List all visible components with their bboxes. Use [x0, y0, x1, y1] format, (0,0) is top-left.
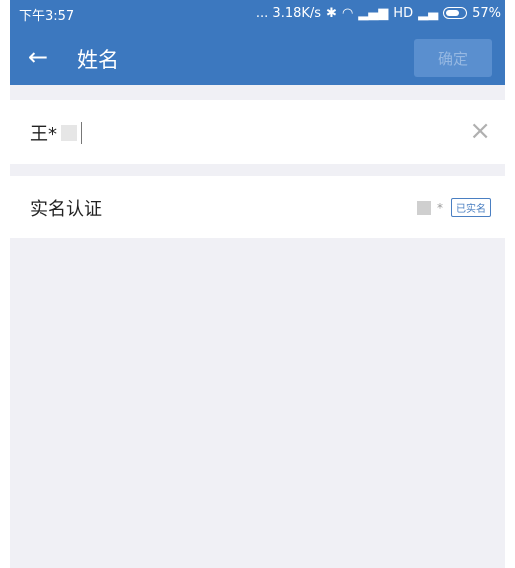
wifi-icon: ◠	[341, 5, 354, 21]
name-input-row[interactable]: 王* ×	[10, 100, 505, 164]
verify-row[interactable]: 实名认证 * 已实名	[10, 176, 505, 238]
network-type: HD	[393, 5, 414, 21]
status-right: ... 3.18K/s ✱ ◠ ▂▄▆ HD ▂▄ 57%	[256, 4, 501, 22]
top-bar: 下午3:57 ... 3.18K/s ✱ ◠ ▂▄▆ HD ▂▄ 57% ← 姓…	[10, 0, 505, 85]
app-frame: 下午3:57 ... 3.18K/s ✱ ◠ ▂▄▆ HD ▂▄ 57% ← 姓…	[0, 0, 515, 568]
battery-icon	[443, 7, 468, 19]
verify-label: 实名认证	[30, 199, 102, 220]
network-speed: ... 3.18K/s	[255, 5, 322, 21]
masked-name: *	[417, 200, 443, 215]
signal-icon: ▂▄▆	[358, 5, 389, 21]
name-input[interactable]: 王*	[30, 120, 82, 146]
text-caret	[81, 122, 82, 144]
masked-char: *	[437, 200, 443, 215]
masked-block	[417, 200, 431, 215]
clear-icon[interactable]: ×	[469, 118, 491, 144]
confirm-button[interactable]: 确定	[414, 39, 492, 77]
verified-badge: 已实名	[451, 198, 491, 217]
masked-block	[61, 125, 77, 141]
verify-status: * 已实名	[417, 198, 491, 217]
status-time: 下午3:57	[19, 9, 75, 24]
battery-percent: 57%	[472, 5, 501, 21]
name-text: 王*	[30, 124, 57, 145]
status-bar: 下午3:57 ... 3.18K/s ✱ ◠ ▂▄▆ HD ▂▄ 57%	[10, 0, 505, 26]
navigation-bar: ← 姓名 确定	[10, 32, 505, 82]
back-arrow-icon[interactable]: ←	[28, 44, 54, 70]
bluetooth-icon: ✱	[326, 5, 337, 21]
page-title: 姓名	[77, 48, 119, 72]
signal-icon-2: ▂▄	[418, 5, 439, 21]
